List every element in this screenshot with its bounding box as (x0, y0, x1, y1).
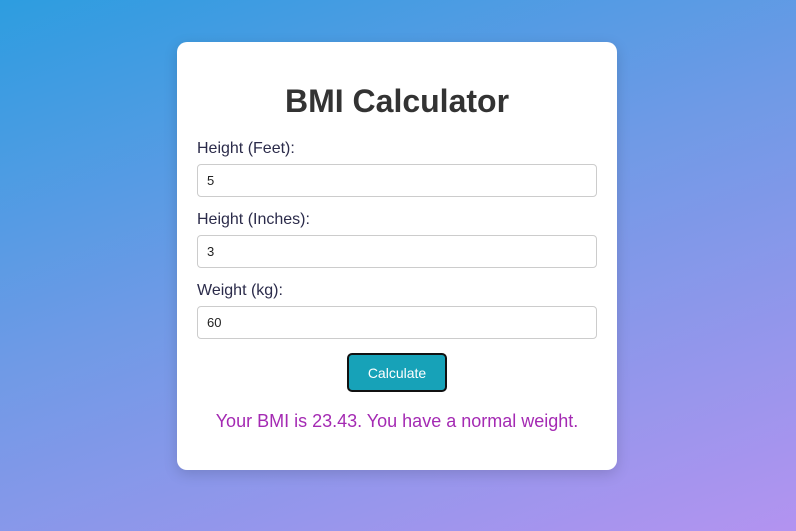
height-inches-input[interactable] (197, 235, 597, 268)
height-inches-group: Height (Inches): (197, 211, 597, 268)
weight-group: Weight (kg): (197, 282, 597, 339)
height-inches-label: Height (Inches): (197, 211, 310, 228)
calculate-button[interactable]: Calculate (347, 353, 447, 392)
height-feet-label: Height (Feet): (197, 140, 295, 157)
height-feet-input[interactable] (197, 164, 597, 197)
bmi-calculator-card: BMI Calculator Height (Feet): Height (In… (177, 42, 617, 470)
height-feet-group: Height (Feet): (197, 140, 597, 197)
page-title: BMI Calculator (284, 83, 510, 119)
bmi-result-text: Your BMI is 23.43. You have a normal wei… (215, 411, 579, 431)
weight-input[interactable] (197, 306, 597, 339)
weight-label: Weight (kg): (197, 282, 283, 299)
